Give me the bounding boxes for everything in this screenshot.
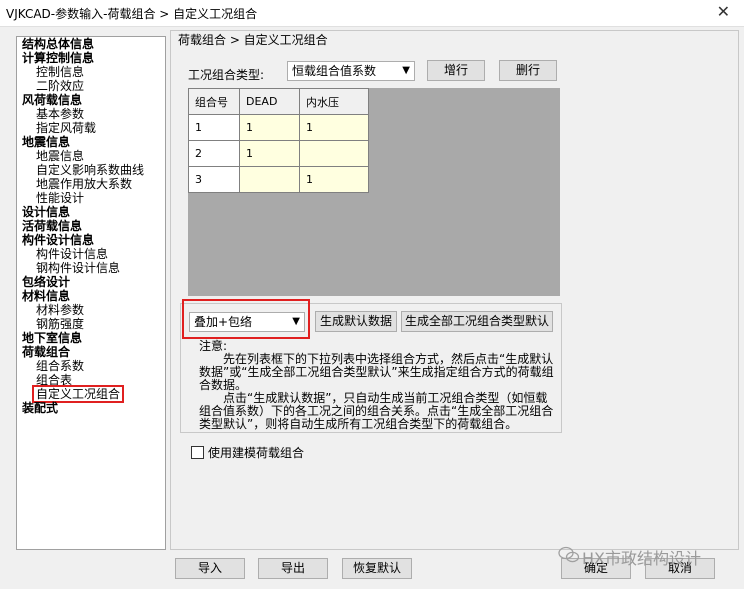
note-paragraph: 点击“生成默认数据”，只自动生成当前工况组合类型（如恒载组合值系数）下的各工况之… bbox=[199, 391, 554, 431]
combo-grid: 组合号 DEAD 内水压 1 1 1 2 1 3 1 bbox=[188, 88, 560, 296]
row-number[interactable]: 2 bbox=[188, 140, 240, 167]
delete-row-button[interactable]: 删行 bbox=[499, 60, 557, 81]
tree-item[interactable]: 材料信息 bbox=[17, 289, 165, 303]
combo-type-select[interactable]: 恒载组合值系数 ▼ bbox=[287, 61, 415, 81]
tree-item-label: 地下室信息 bbox=[22, 331, 83, 345]
table-row: 1 1 1 bbox=[188, 114, 369, 141]
tree-item-label: 指定风荷载 bbox=[36, 121, 97, 135]
combo-type-value: 恒载组合值系数 bbox=[292, 64, 377, 78]
tree-item[interactable]: 荷载组合 bbox=[17, 345, 165, 359]
tree-item-label: 材料参数 bbox=[36, 303, 85, 317]
tree-item[interactable]: 地下室信息 bbox=[17, 331, 165, 345]
tree-item[interactable]: 地震信息 bbox=[17, 135, 165, 149]
tree-item-label: 控制信息 bbox=[36, 65, 85, 79]
table-row: 3 1 bbox=[188, 166, 369, 193]
watermark-text: HX市政结构设计 bbox=[582, 549, 701, 568]
tree-item[interactable]: 组合系数 bbox=[17, 359, 165, 373]
import-button[interactable]: 导入 bbox=[175, 558, 245, 579]
tree-item-label: 风荷载信息 bbox=[22, 93, 83, 107]
grid-header-cell: DEAD bbox=[239, 88, 300, 115]
tree-item[interactable]: 地震信息 bbox=[17, 149, 165, 163]
grid-cell[interactable]: 1 bbox=[239, 140, 300, 167]
highlight-box bbox=[182, 299, 310, 339]
settings-tree[interactable]: 结构总体信息 计算控制信息 控制信息 二阶效应 风荷载信息 基本参数 指定风荷载 地震信息 地震… bbox=[16, 36, 166, 550]
grid-cell[interactable] bbox=[299, 140, 369, 167]
tree-item[interactable]: 活荷载信息 bbox=[17, 219, 165, 233]
close-icon[interactable]: ✕ bbox=[717, 2, 730, 21]
tree-item-label: 自定义影响系数曲线 bbox=[36, 163, 145, 177]
grid-cell[interactable]: 1 bbox=[239, 114, 300, 141]
use-model-combo-checkbox[interactable]: 使用建模荷载组合 bbox=[191, 444, 304, 461]
tree-item[interactable]: 构件设计信息 bbox=[17, 247, 165, 261]
tree-item[interactable]: 构件设计信息 bbox=[17, 233, 165, 247]
checkbox-label: 使用建模荷载组合 bbox=[208, 446, 305, 460]
tree-item-label: 地震信息 bbox=[36, 149, 85, 163]
table-row: 2 1 bbox=[188, 140, 369, 167]
tree-item-label: 二阶效应 bbox=[36, 79, 85, 93]
tree-item-label: 结构总体信息 bbox=[22, 37, 95, 51]
tree-item[interactable]: 计算控制信息 bbox=[17, 51, 165, 65]
generate-all-default-button[interactable]: 生成全部工况组合类型默认 bbox=[401, 311, 553, 332]
tree-item[interactable]: 风荷载信息 bbox=[17, 93, 165, 107]
note-text: 注意: 先在列表框下的下拉列表中选择组合方式，然后点击“生成默认数据”或“生成全… bbox=[199, 340, 555, 431]
grid-cell[interactable]: 1 bbox=[299, 166, 369, 193]
breadcrumb: 荷载组合 > 自定义工况组合 bbox=[178, 33, 328, 47]
tree-item-label: 钢筋强度 bbox=[36, 317, 85, 331]
row-number[interactable]: 1 bbox=[188, 114, 240, 141]
window-title: VJKCAD-参数输入-荷载组合 > 自定义工况组合 bbox=[6, 7, 258, 21]
tree-item-label: 材料信息 bbox=[22, 289, 71, 303]
tree-item-label: 构件设计信息 bbox=[22, 233, 95, 247]
note-paragraph: 先在列表框下的下拉列表中选择组合方式，然后点击“生成默认数据”或“生成全部工况组… bbox=[199, 352, 554, 392]
tree-item-label: 包络设计 bbox=[22, 275, 71, 289]
grid-cell[interactable] bbox=[239, 166, 300, 193]
grid-header-row: 组合号 DEAD 内水压 bbox=[188, 88, 369, 115]
tree-item-label: 基本参数 bbox=[36, 107, 85, 121]
grid-cell[interactable]: 1 bbox=[299, 114, 369, 141]
tree-item[interactable]: 钢筋强度 bbox=[17, 317, 165, 331]
tree-item-label: 钢构件设计信息 bbox=[36, 261, 121, 275]
grid-header-cell: 组合号 bbox=[188, 88, 240, 115]
tree-item[interactable]: 钢构件设计信息 bbox=[17, 261, 165, 275]
checkbox-box[interactable] bbox=[191, 446, 204, 459]
tree-item-label: 活荷载信息 bbox=[22, 219, 83, 233]
tree-item-label: 地震信息 bbox=[22, 135, 71, 149]
tree-item-label: 计算控制信息 bbox=[22, 51, 95, 65]
tree-item[interactable]: 性能设计 bbox=[17, 191, 165, 205]
grid-header-cell: 内水压 bbox=[299, 88, 369, 115]
tree-item[interactable]: 指定风荷载 bbox=[17, 121, 165, 135]
tree-item[interactable]: 地震作用放大系数 bbox=[17, 177, 165, 191]
export-button[interactable]: 导出 bbox=[258, 558, 328, 579]
tree-item-label: 设计信息 bbox=[22, 205, 71, 219]
combo-type-label: 工况组合类型: bbox=[188, 68, 265, 82]
tree-item[interactable]: 设计信息 bbox=[17, 205, 165, 219]
tree-item[interactable]: 自定义工况组合 bbox=[17, 385, 165, 403]
restore-default-button[interactable]: 恢复默认 bbox=[342, 558, 412, 579]
tree-item[interactable]: 基本参数 bbox=[17, 107, 165, 121]
tree-item[interactable]: 材料参数 bbox=[17, 303, 165, 317]
tree-item-label: 构件设计信息 bbox=[36, 247, 109, 261]
tree-item[interactable]: 控制信息 bbox=[17, 65, 165, 79]
tree-item-label: 荷载组合 bbox=[22, 345, 71, 359]
tree-item-label: 性能设计 bbox=[36, 191, 85, 205]
chevron-down-icon: ▼ bbox=[402, 65, 410, 76]
tree-item[interactable]: 装配式 bbox=[17, 401, 165, 415]
wechat-icon bbox=[558, 546, 580, 563]
add-row-button[interactable]: 增行 bbox=[427, 60, 485, 81]
tree-item-label: 装配式 bbox=[22, 401, 59, 415]
tree-item-label: 地震作用放大系数 bbox=[36, 177, 133, 191]
tree-item[interactable]: 自定义影响系数曲线 bbox=[17, 163, 165, 177]
tree-item[interactable]: 二阶效应 bbox=[17, 79, 165, 93]
tree-item[interactable]: 结构总体信息 bbox=[17, 37, 165, 51]
tree-item[interactable]: 包络设计 bbox=[17, 275, 165, 289]
row-number[interactable]: 3 bbox=[188, 166, 240, 193]
title-bar: VJKCAD-参数输入-荷载组合 > 自定义工况组合 ✕ bbox=[0, 0, 744, 27]
tree-item-label: 组合系数 bbox=[36, 359, 85, 373]
generate-default-button[interactable]: 生成默认数据 bbox=[315, 311, 397, 332]
